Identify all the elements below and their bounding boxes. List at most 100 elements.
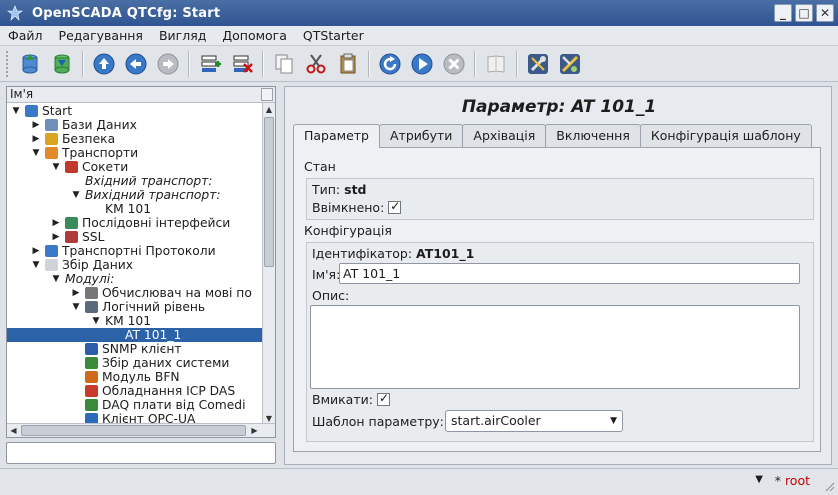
- template-select[interactable]: start.airCooler ▼: [445, 410, 623, 432]
- tab-archiving[interactable]: Архівація: [462, 124, 547, 147]
- expand-arrow-icon[interactable]: ▶: [51, 216, 61, 230]
- tree-filter-input[interactable]: [6, 442, 276, 464]
- tab-template-config[interactable]: Конфігурація шаблону: [639, 124, 812, 147]
- scroll-thumb[interactable]: [21, 425, 246, 436]
- paste-icon[interactable]: [334, 50, 362, 78]
- scroll-up-icon[interactable]: ▲: [263, 103, 275, 116]
- refresh-icon[interactable]: [376, 50, 404, 78]
- tree-vertical-scrollbar[interactable]: ▲ ▼: [262, 103, 275, 425]
- tree-item[interactable]: ▶ Транспортні Протоколи: [7, 244, 262, 258]
- menu-qtstarter[interactable]: QTStarter: [303, 28, 364, 43]
- collapse-arrow-icon[interactable]: ▼: [51, 160, 61, 174]
- menu-view[interactable]: Вигляд: [159, 28, 206, 43]
- tree-item[interactable]: ▼ Транспорти: [7, 146, 262, 160]
- status-bar: ▼ * root: [0, 468, 838, 495]
- up-arrow-icon[interactable]: [90, 50, 118, 78]
- scroll-thumb[interactable]: [264, 117, 274, 267]
- snmp-icon: [85, 343, 98, 355]
- play-icon[interactable]: [408, 50, 436, 78]
- resize-grip[interactable]: [823, 480, 835, 492]
- tree-item[interactable]: ▶ Обчислювач на мові по: [7, 286, 262, 300]
- star-icon: *: [774, 473, 781, 488]
- tab-parameter[interactable]: Параметр: [293, 124, 380, 148]
- description-textarea[interactable]: [310, 305, 800, 389]
- tree-item[interactable]: ▶ Бази Даних: [7, 118, 262, 132]
- collapse-arrow-icon[interactable]: ▼: [11, 104, 21, 118]
- user-indicator[interactable]: * root: [775, 473, 810, 488]
- tree-item-label: Бази Даних: [62, 118, 137, 132]
- back-arrow-icon[interactable]: [122, 50, 150, 78]
- settings-tool-icon[interactable]: [556, 50, 584, 78]
- tree-item[interactable]: ▶ SSL: [7, 230, 262, 244]
- collapse-arrow-icon[interactable]: ▼: [91, 314, 101, 328]
- tab-pane: Стан Тип: std Ввімкнено: Конфігурація Ід…: [293, 147, 821, 452]
- tree-header[interactable]: Ім'я: [7, 87, 275, 103]
- tree-item[interactable]: Клієнт OPC-UA: [7, 412, 262, 423]
- maximize-button[interactable]: □: [795, 4, 813, 22]
- station-icon: [25, 105, 38, 117]
- db-load-button[interactable]: [16, 50, 44, 78]
- db-save-button[interactable]: [48, 50, 76, 78]
- scroll-left-icon[interactable]: ◀: [7, 424, 20, 437]
- expand-arrow-icon[interactable]: ▶: [31, 244, 41, 258]
- tree-item[interactable]: ▼ KM 101: [7, 314, 262, 328]
- minimize-button[interactable]: _: [774, 4, 792, 22]
- expand-arrow-icon[interactable]: ▶: [31, 132, 41, 146]
- collapse-arrow-icon[interactable]: ▼: [71, 300, 81, 314]
- expand-arrow-icon[interactable]: ▶: [51, 230, 61, 244]
- collapse-arrow-icon[interactable]: ▼: [31, 258, 41, 272]
- sort-indicator[interactable]: [261, 88, 273, 101]
- collapse-arrow-icon[interactable]: ▼: [51, 272, 61, 286]
- expand-arrow-icon[interactable]: ▶: [71, 286, 81, 300]
- tab-inclusion[interactable]: Включення: [545, 124, 641, 147]
- help-book-icon[interactable]: [482, 50, 510, 78]
- database-icon: [45, 119, 58, 131]
- forward-arrow-icon[interactable]: [154, 50, 182, 78]
- tree-item[interactable]: ▼ Вихідний транспорт:: [7, 188, 262, 202]
- tree-item[interactable]: ▼ Start: [7, 104, 262, 118]
- tree-item[interactable]: SNMP клієнт: [7, 342, 262, 356]
- delete-item-icon[interactable]: [228, 50, 256, 78]
- scroll-right-icon[interactable]: ▶: [248, 424, 261, 437]
- transport-icon: [45, 147, 58, 159]
- tree-item[interactable]: ▶ Безпека: [7, 132, 262, 146]
- tree-item[interactable]: ▼ Модулі:: [7, 272, 262, 286]
- icpdas-icon: [85, 385, 98, 397]
- navigation-tree[interactable]: ▼ Start ▶ Бази Даних ▶ Безпека ▼ Транспорти ▼ Сок…: [7, 104, 262, 423]
- tree-item[interactable]: AT 101_1: [7, 328, 262, 342]
- tree-item[interactable]: ▶ Послідовні інтерфейси: [7, 216, 262, 230]
- tree-horizontal-scrollbar[interactable]: ◀ ▶: [7, 423, 275, 437]
- panel-splitter[interactable]: [279, 86, 282, 466]
- add-item-icon[interactable]: [196, 50, 224, 78]
- tools-icon[interactable]: [524, 50, 552, 78]
- tree-item[interactable]: ▼ Сокети: [7, 160, 262, 174]
- collapse-arrow-icon[interactable]: ▼: [31, 146, 41, 160]
- tree-item[interactable]: ▼ Збір Даних: [7, 258, 262, 272]
- menu-file[interactable]: Файл: [8, 28, 43, 43]
- tree-item[interactable]: DAQ плати від Comedi: [7, 398, 262, 412]
- cut-icon[interactable]: [302, 50, 330, 78]
- tree-item-label: Обчислювач на мові по: [102, 286, 252, 300]
- tree-item[interactable]: Модуль BFN: [7, 370, 262, 384]
- chevron-down-icon[interactable]: ▼: [755, 474, 763, 485]
- toolbar-grip[interactable]: [6, 50, 10, 77]
- tree-item[interactable]: ▼ Логічний рівень: [7, 300, 262, 314]
- menu-help[interactable]: Допомога: [222, 28, 287, 43]
- tree-item[interactable]: Вхідний транспорт:: [7, 174, 262, 188]
- toenable-checkbox[interactable]: [376, 391, 390, 406]
- menu-edit[interactable]: Редагування: [59, 28, 143, 43]
- tree-item[interactable]: Збір даних системи: [7, 356, 262, 370]
- expand-arrow-icon[interactable]: ▶: [31, 118, 41, 132]
- name-input[interactable]: AT 101_1: [339, 263, 800, 284]
- tree-item[interactable]: KM 101: [7, 202, 262, 216]
- app-icon: [6, 4, 24, 22]
- stop-icon[interactable]: [440, 50, 468, 78]
- socket-icon: [65, 161, 78, 173]
- tab-attributes[interactable]: Атрибути: [379, 124, 464, 147]
- copy-icon[interactable]: [270, 50, 298, 78]
- tree-item[interactable]: Обладнання ICP DAS: [7, 384, 262, 398]
- close-window-button[interactable]: ✕: [816, 4, 834, 22]
- enabled-checkbox[interactable]: [388, 199, 402, 214]
- collapse-arrow-icon[interactable]: ▼: [71, 188, 81, 202]
- window-title: OpenSCADA QTCfg: Start: [32, 5, 221, 21]
